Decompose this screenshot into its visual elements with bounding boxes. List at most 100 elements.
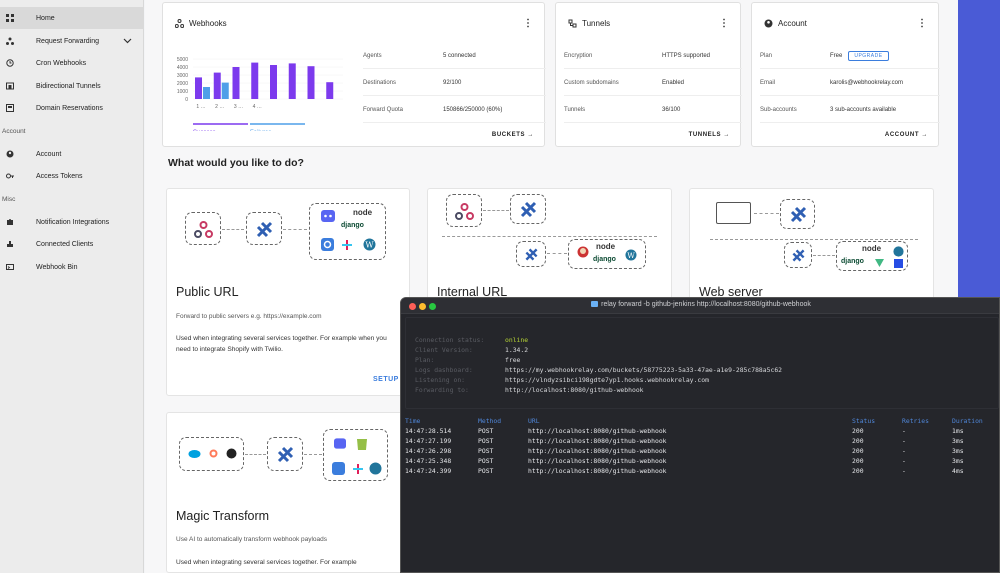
hubspot-icon — [209, 449, 218, 458]
stat-key: Sub-accounts — [760, 106, 797, 113]
webhook-app-icon — [332, 462, 345, 475]
network-boundary-line — [442, 236, 657, 237]
use-case-public-url[interactable]: node django W Public URL Forward to publ… — [166, 188, 410, 396]
y-tick-label: 3000 — [177, 73, 188, 79]
account-card-title: Account — [764, 19, 807, 28]
request-cell: 14:47:26.298 — [405, 447, 452, 455]
slack-icon — [353, 464, 363, 474]
puzzle-icon — [6, 218, 14, 226]
info-value: 1.34.2 — [505, 346, 529, 354]
use-case-internal-url[interactable]: node django W Internal URL — [427, 188, 672, 308]
stat-row-forward-quota: Forward Quota 150866/250000 (60%) — [363, 97, 546, 123]
sidebar-item-webhook-bin[interactable]: Webhook Bin — [0, 256, 144, 278]
request-cell: POST — [478, 467, 494, 475]
use-case-magic-transform[interactable]: Magic Transform Use AI to automatically … — [166, 412, 410, 573]
more-options-icon[interactable] — [722, 18, 726, 28]
sidebar-item-connected-clients[interactable]: Connected Clients — [0, 233, 144, 255]
info-value: free — [505, 356, 521, 364]
sidebar-item-label: Account — [36, 150, 62, 158]
svg-text:W: W — [627, 251, 635, 260]
sidebar-item-notification-integrations[interactable]: Notification Integrations — [0, 211, 144, 233]
request-cell: 200 — [852, 467, 864, 475]
sidebar-item-home[interactable]: Home — [0, 7, 144, 29]
webhooks-card-title: Webhooks — [175, 19, 227, 28]
clock-icon — [6, 59, 14, 67]
relay-logo-icon — [520, 201, 537, 218]
tunnels-card: Tunnels Encryption HTTPS supported Custom… — [555, 2, 742, 147]
legend-label[interactable]: Success — [193, 130, 216, 131]
discord-icon — [334, 438, 346, 449]
bar-success[interactable] — [232, 67, 240, 99]
account-title-text: Account — [778, 19, 807, 28]
bar-success[interactable] — [195, 77, 202, 99]
chevron-down-icon[interactable] — [123, 36, 132, 45]
bar-success[interactable] — [251, 62, 259, 99]
bar-failures[interactable] — [203, 87, 210, 99]
bar-failures[interactable] — [221, 82, 229, 99]
terminal-title: relay forward -b github-jenkins http://l… — [401, 301, 999, 308]
bar-success[interactable] — [270, 65, 277, 99]
stat-value: 5 connected — [443, 52, 476, 59]
sidebar-section-account: Account — [2, 128, 26, 135]
terminal-window[interactable]: relay forward -b github-jenkins http://l… — [400, 297, 1000, 573]
x-tick-label: 3 … — [234, 104, 243, 110]
relay-logo-icon — [277, 446, 294, 463]
tunnels-link[interactable]: TUNNELS → — [689, 132, 730, 138]
stat-row-plan: Plan Free UPGRADE — [760, 43, 940, 69]
browser-icon — [716, 202, 751, 224]
column-header: URL — [528, 417, 540, 425]
bar-success[interactable] — [307, 66, 315, 99]
info-value: online — [505, 336, 529, 344]
sources-box — [179, 437, 244, 471]
request-cell: 3ms — [952, 447, 964, 455]
sidebar-item-bidirectional-tunnels[interactable]: Bidirectional Tunnels — [0, 75, 144, 97]
relay-box — [780, 199, 815, 229]
request-cell: 4ms — [952, 467, 964, 475]
upgrade-button[interactable]: UPGRADE — [848, 50, 889, 61]
request-cell: - — [902, 437, 906, 445]
connector-line — [283, 229, 307, 230]
sidebar-item-cron-webhooks[interactable]: Cron Webhooks — [0, 52, 144, 74]
sidebar-item-request-forwarding[interactable]: Request Forwarding — [0, 30, 144, 52]
use-case-description: Used when integrating several services t… — [176, 559, 357, 566]
connector-line — [304, 454, 322, 455]
use-case-subtitle: Forward to public servers e.g. https://e… — [176, 313, 322, 320]
sidebar-item-access-tokens[interactable]: Access Tokens — [0, 165, 144, 187]
sidebar-item-domain-reservations[interactable]: Domain Reservations — [0, 97, 144, 119]
bar-success[interactable] — [213, 72, 221, 99]
sidebar-section-misc: Misc — [2, 196, 16, 203]
relay-box — [510, 194, 546, 224]
stat-value: 3 sub-accounts available — [830, 106, 897, 113]
node-logo: node — [353, 208, 373, 217]
node-logo: node — [862, 244, 882, 253]
stat-value: 36/100 — [662, 106, 681, 113]
account-link[interactable]: ACCOUNT → — [885, 132, 928, 138]
relay-logo-icon — [790, 206, 807, 223]
buckets-link[interactable]: BUCKETS → — [492, 132, 534, 138]
bar-success[interactable] — [326, 82, 334, 99]
more-options-icon[interactable] — [526, 18, 530, 28]
terminal-title-bar: relay forward -b github-jenkins http://l… — [401, 298, 999, 314]
relay-logo-icon — [256, 221, 273, 238]
grid-icon — [6, 14, 14, 22]
request-cell: http://localhost:8080/github-webhook — [528, 457, 667, 465]
stat-row-encryption: Encryption HTTPS supported — [564, 43, 742, 69]
column-header: Retries — [902, 417, 929, 425]
legend-label[interactable]: Failures — [250, 130, 271, 131]
x-tick-label: 2 … — [215, 104, 224, 110]
account-card: Account Plan Free UPGRADE Email karolis@w… — [751, 2, 940, 147]
column-header: Duration — [952, 417, 983, 425]
request-cell: 14:47:27.199 — [405, 437, 452, 445]
use-case-description: Used when integrating several services t… — [176, 335, 387, 353]
stat-key: Forward Quota — [363, 106, 404, 113]
stat-key: Encryption — [564, 52, 593, 59]
sidebar-item-label: Connected Clients — [36, 240, 94, 248]
bar-success[interactable] — [288, 63, 296, 99]
use-case-web-server[interactable]: node django Web server — [689, 188, 934, 308]
stat-value: 150866/250000 (60%) — [443, 106, 503, 113]
sidebar-item-label: Domain Reservations — [36, 104, 103, 112]
sidebar-item-account[interactable]: Account — [0, 143, 144, 165]
setup-button[interactable]: SETUP — [373, 376, 399, 383]
more-options-icon[interactable] — [920, 18, 924, 28]
request-cell: 200 — [852, 427, 864, 435]
